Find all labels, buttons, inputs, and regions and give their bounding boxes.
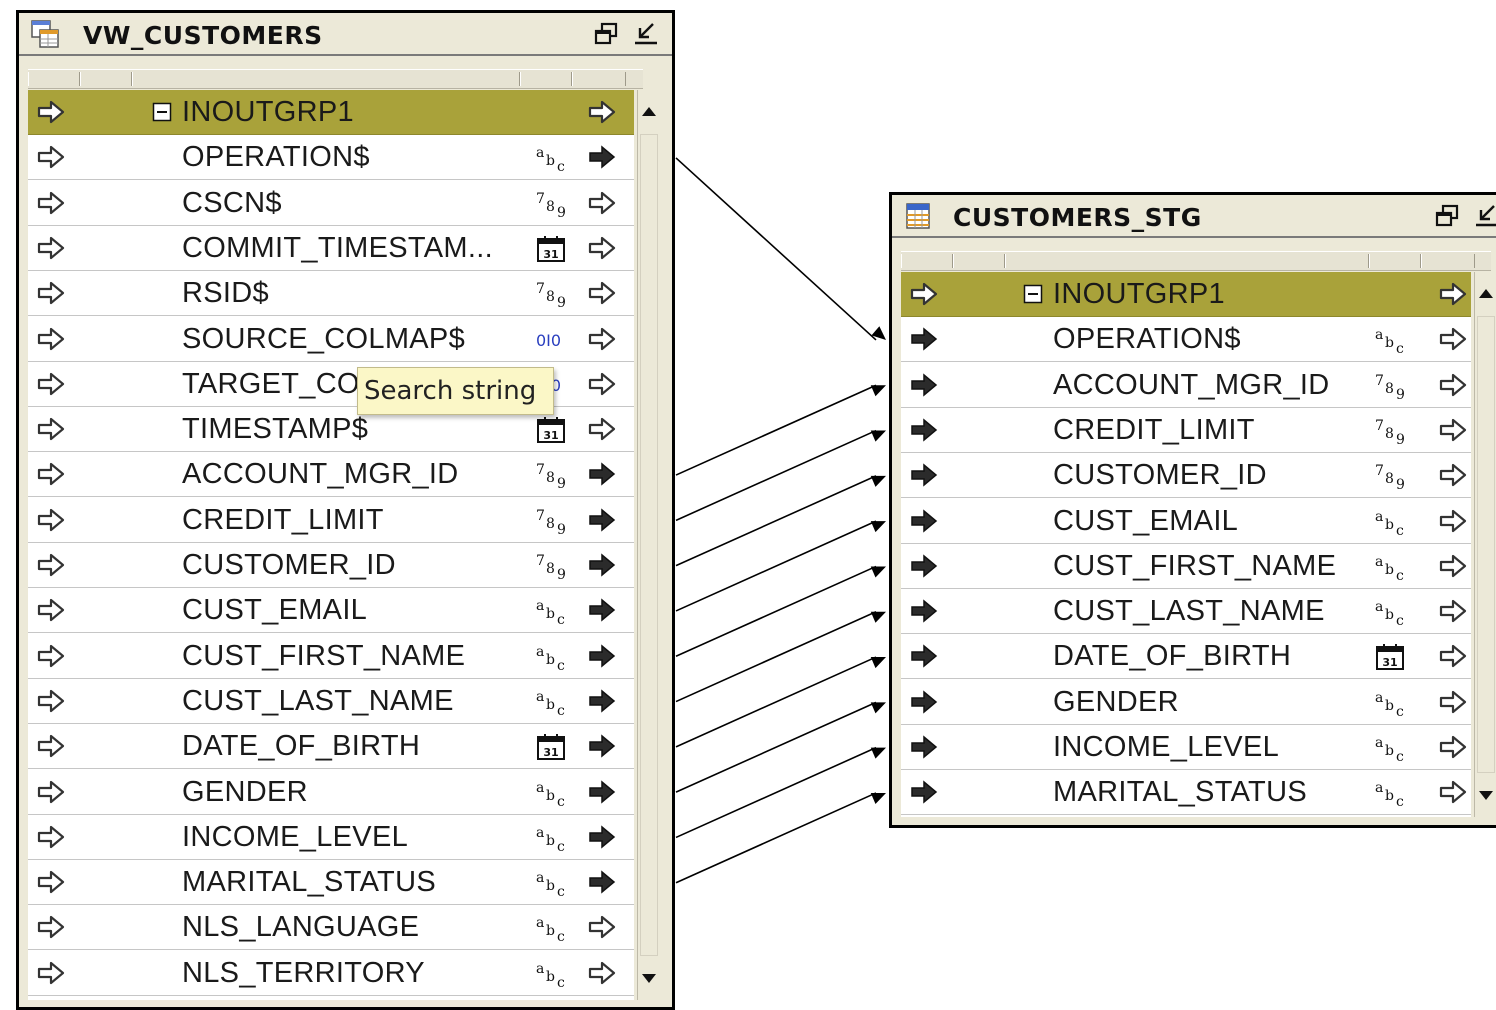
tooltip: Search string (357, 367, 554, 415)
mapping-arrowhead (870, 430, 886, 442)
mapping-line[interactable] (675, 611, 877, 703)
mapping-arrowhead (870, 566, 886, 578)
mapping-line[interactable] (675, 746, 877, 839)
mapping-arrowhead (870, 702, 886, 714)
mapping-line[interactable] (675, 656, 877, 748)
mapping-arrowhead (870, 521, 886, 533)
mapping-line[interactable] (675, 157, 877, 341)
mapping-line[interactable] (675, 384, 877, 476)
mapping-line[interactable] (675, 520, 877, 612)
mapping-arrowhead (870, 657, 886, 669)
mapping-line[interactable] (675, 701, 877, 793)
mapping-line[interactable] (675, 792, 877, 884)
mapping-arrowhead (870, 385, 886, 397)
mapping-arrowhead (870, 475, 886, 487)
mapping-line[interactable] (675, 475, 877, 567)
mapping-arrowhead (870, 611, 886, 623)
tooltip-text: Search string (364, 376, 537, 406)
mapping-line[interactable] (675, 565, 877, 657)
mapping-arrowhead (870, 747, 886, 759)
mapping-connectors (675, 157, 886, 884)
mapping-arrowhead (870, 792, 886, 804)
mapping-line[interactable] (675, 429, 877, 522)
